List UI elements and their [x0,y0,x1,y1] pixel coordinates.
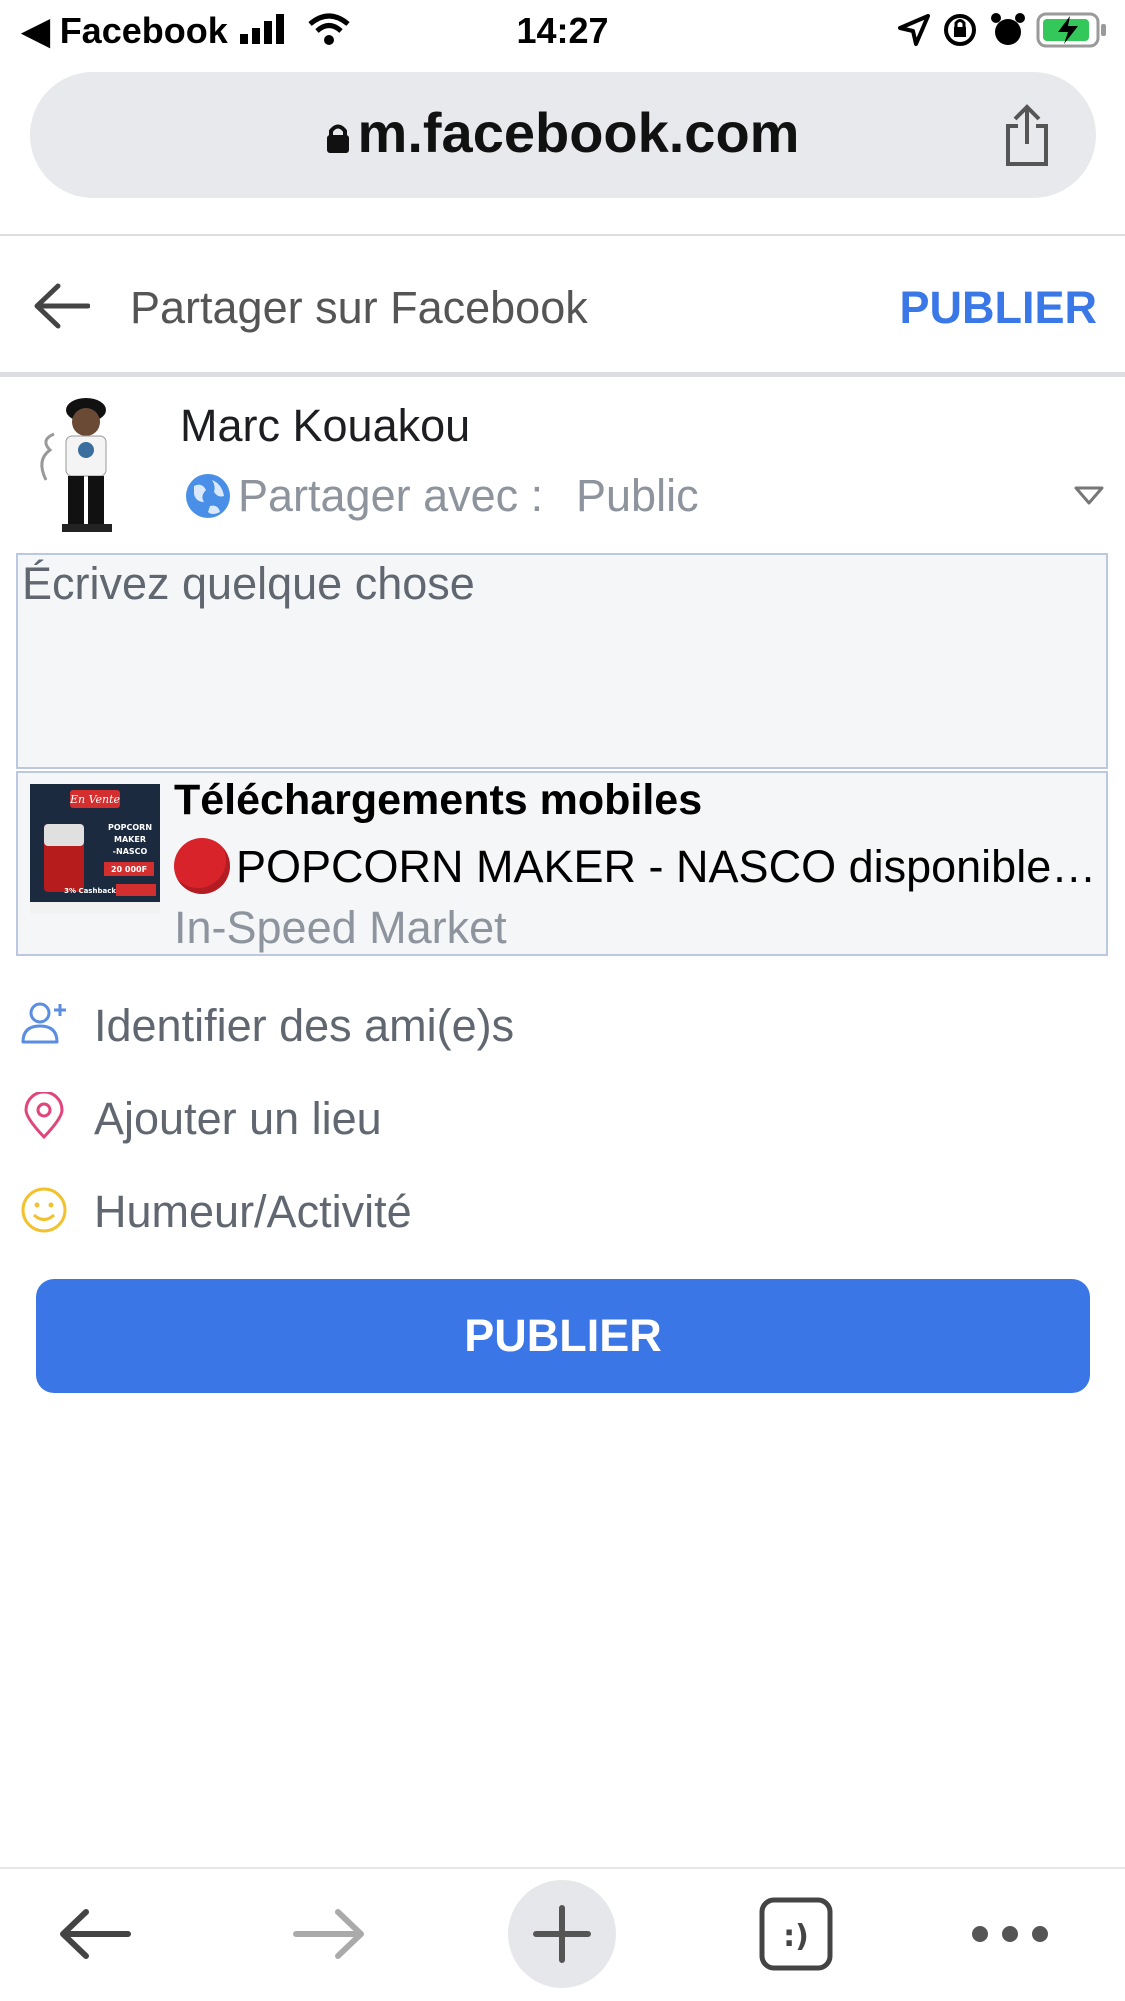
url-display[interactable]: m.facebook.com [0,100,1125,165]
tag-friends-icon[interactable] [20,998,68,1046]
svg-text:MAKER: MAKER [114,835,146,844]
rotation-lock-icon [944,14,976,46]
lock-icon [326,124,349,153]
smiley-icon[interactable] [20,1186,68,1234]
link-source: In-Speed Market [174,902,507,953]
globe-icon [186,474,230,518]
link-thumbnail: En Vente POPCORN MAKER -NASCO 20 000F 3%… [30,784,160,914]
thumbnail-cashback: 3% Cashback [64,887,116,895]
browser-back-icon[interactable] [58,1906,132,1962]
page-title: Partager sur Facebook [130,282,588,333]
tabs-switcher-icon[interactable]: :) [758,1896,834,1972]
add-location-action[interactable]: Ajouter un lieu [94,1093,382,1145]
thumbnail-price: 20 000F [111,865,147,874]
svg-text::): :) [783,1919,809,1954]
tag-friends-action[interactable]: Identifier des ami(e)s [94,1000,514,1052]
red-circle-icon [174,838,230,894]
share-icon[interactable] [1002,104,1052,168]
thumbnail-badge: En Vente [69,793,121,806]
feeling-activity-action[interactable]: Humeur/Activité [94,1186,412,1238]
link-title: Téléchargements mobiles [174,776,703,824]
user-name: Marc Kouakou [180,400,471,451]
link-description-row: POPCORN MAKER - NASCO disponible… [174,838,1109,894]
publish-button[interactable]: PUBLIER [36,1279,1090,1393]
back-arrow-icon[interactable] [32,282,90,330]
browser-forward-icon[interactable] [292,1906,366,1962]
thumbnail-product: POPCORN [108,823,152,832]
header-publish-button[interactable]: PUBLIER [899,282,1097,334]
battery-charging-icon [1036,12,1106,48]
url-text: m.facebook.com [357,101,800,164]
divider [0,234,1125,236]
plus-icon [533,1905,591,1963]
location-pin-icon[interactable] [20,1092,68,1140]
toolbar-divider [0,1867,1125,1869]
status-bar: ◀ Facebook 14:27 [0,0,1125,62]
more-options-icon[interactable] [970,1920,1050,1948]
svg-text:-NASCO: -NASCO [113,847,148,856]
alarm-icon [991,13,1025,45]
location-services-icon [898,14,930,46]
audience-selector[interactable]: Public [576,470,699,522]
share-with-label: Partager avec : [238,470,544,521]
divider [0,372,1125,377]
link-description: POPCORN MAKER - NASCO disponible [236,841,1052,892]
chevron-down-icon[interactable] [1074,486,1104,506]
post-text-placeholder: Écrivez quelque chose [22,558,475,609]
avatar [16,390,136,540]
